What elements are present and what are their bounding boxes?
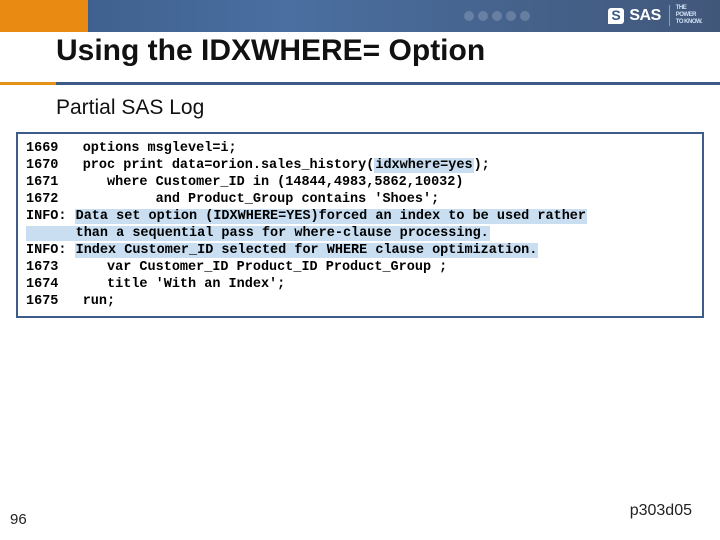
highlight-idxwhere: idxwhere=yes (374, 158, 473, 173)
page-title: Using the IDXWHERE= Option (56, 34, 485, 68)
sas-log-content: 1669 options msglevel=i; 1670 proc print… (26, 140, 694, 310)
slide: SAS THE POWER TO KNOW. Using the IDXWHER… (0, 0, 720, 540)
sas-logo: SAS THE POWER TO KNOW. (608, 5, 702, 26)
highlight-info1a: Data set option (IDXWHERE=YES)forced an … (75, 209, 587, 224)
banner-dots (464, 11, 530, 21)
footer-code: p303d05 (630, 502, 692, 520)
banner-accent (0, 0, 88, 32)
top-banner: SAS THE POWER TO KNOW. (0, 0, 720, 32)
highlight-info2: Index Customer_ID selected for WHERE cla… (75, 243, 539, 258)
subtitle: Partial SAS Log (56, 96, 204, 120)
sas-mark-icon (608, 8, 624, 24)
highlight-info1b: than a sequential pass for where-clause … (26, 226, 490, 241)
title-underline-accent (0, 82, 56, 85)
brand-name: SAS (629, 7, 660, 25)
brand-tagline: THE POWER TO KNOW. (669, 5, 702, 26)
title-underline (0, 82, 720, 85)
page-number: 96 (10, 511, 27, 528)
sas-log-box: 1669 options msglevel=i; 1670 proc print… (16, 132, 704, 318)
